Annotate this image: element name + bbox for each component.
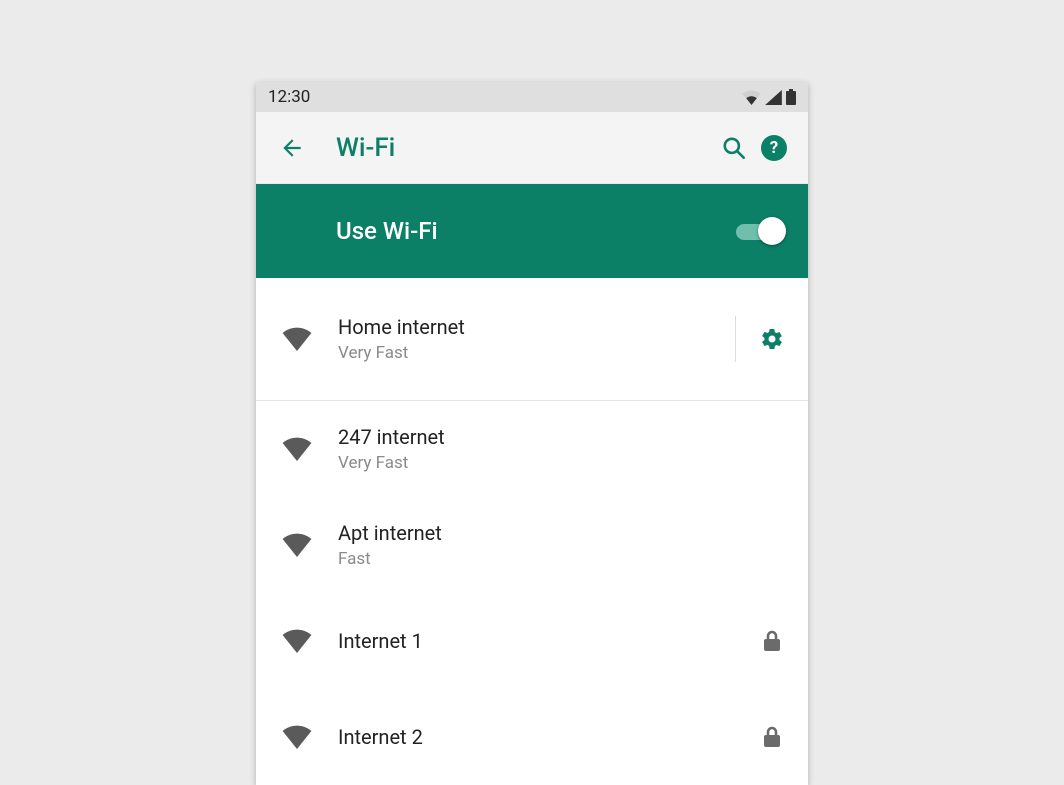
statusbar-icons — [742, 89, 796, 105]
network-speed: Very Fast — [338, 453, 786, 473]
network-speed: Fast — [338, 549, 786, 569]
statusbar-time: 12:30 — [268, 87, 310, 107]
network-list: Home internet Very Fast 247 internet Very… — [256, 278, 808, 785]
back-button[interactable] — [278, 134, 306, 162]
lock-icon — [758, 723, 786, 751]
network-row-connected[interactable]: Home internet Very Fast — [256, 278, 808, 400]
wifi-signal-icon — [278, 533, 316, 557]
battery-status-icon — [786, 89, 796, 105]
available-networks: 247 internet Very Fast Apt internet Fast Int… — [256, 401, 808, 785]
network-name: 247 internet — [338, 425, 786, 449]
search-button[interactable] — [714, 128, 754, 168]
wifi-signal-icon — [278, 725, 316, 749]
network-row[interactable]: 247 internet Very Fast — [256, 401, 808, 497]
network-name: Internet 2 — [338, 725, 758, 749]
wifi-status-icon — [742, 90, 761, 105]
network-row[interactable]: Internet 1 — [256, 593, 808, 689]
wifi-signal-icon — [278, 437, 316, 461]
network-name: Internet 1 — [338, 629, 758, 653]
divider-vertical — [735, 316, 736, 362]
network-speed: Very Fast — [338, 343, 735, 363]
network-name: Home internet — [338, 315, 735, 339]
gear-icon — [760, 327, 784, 351]
search-icon — [721, 135, 747, 161]
wifi-master-label: Use Wi-Fi — [336, 217, 736, 245]
lock-icon — [758, 627, 786, 655]
arrow-back-icon — [279, 135, 305, 161]
wifi-signal-icon — [278, 327, 316, 351]
help-button[interactable]: ? — [754, 128, 794, 168]
wifi-master-switch[interactable] — [736, 217, 786, 245]
help-icon: ? — [761, 135, 787, 161]
phone-frame: 12:30 W — [256, 82, 808, 785]
wifi-signal-icon — [278, 629, 316, 653]
network-settings-button[interactable] — [758, 325, 786, 353]
appbar: Wi-Fi ? — [256, 112, 808, 184]
wifi-master-banner: Use Wi-Fi — [256, 184, 808, 278]
network-name: Apt internet — [338, 521, 786, 545]
statusbar: 12:30 — [256, 82, 808, 112]
page-title: Wi-Fi — [336, 133, 714, 163]
network-row[interactable]: Apt internet Fast — [256, 497, 808, 593]
network-row[interactable]: Internet 2 — [256, 689, 808, 785]
cellular-status-icon — [765, 90, 782, 105]
